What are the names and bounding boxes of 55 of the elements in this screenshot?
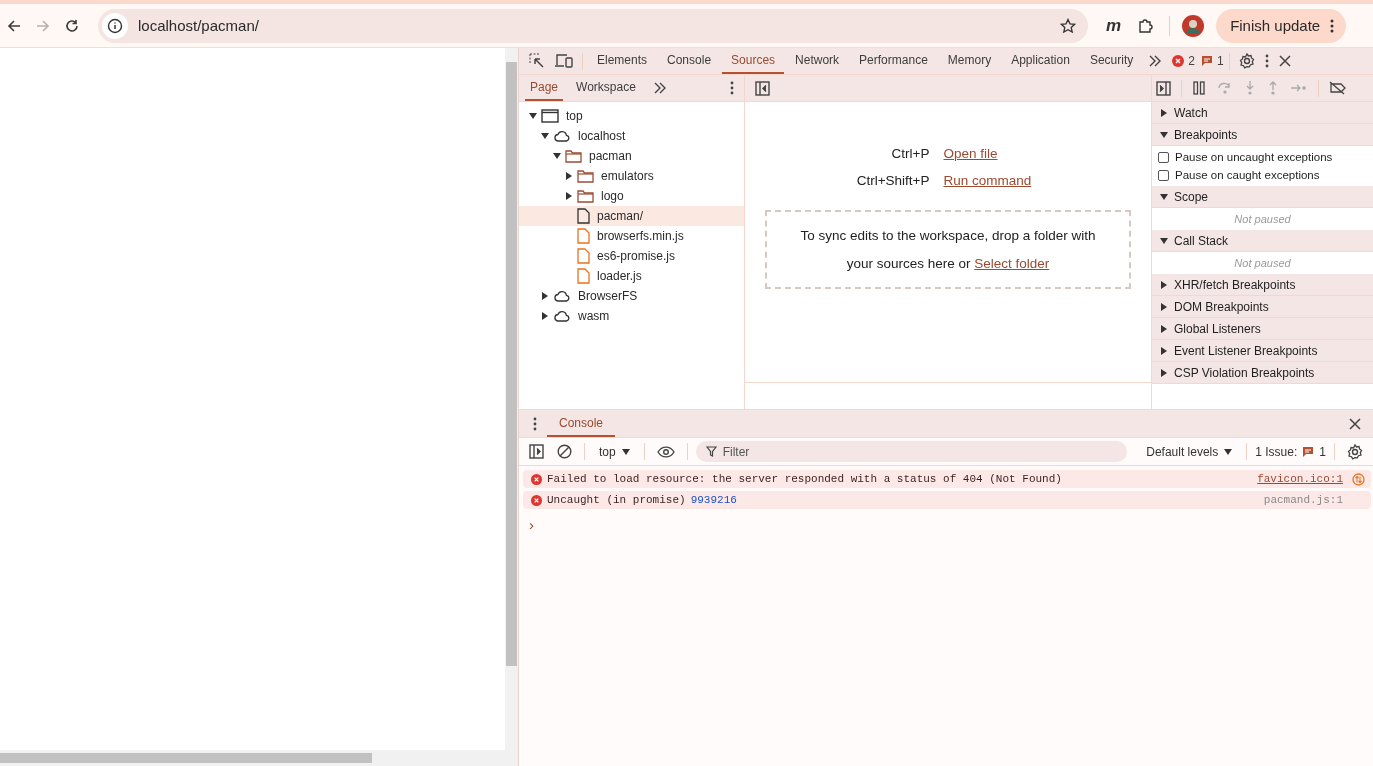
panel-tab[interactable]: Network	[786, 48, 849, 74]
source-link[interactable]: favicon.ico:1	[1257, 473, 1343, 485]
filter-field[interactable]: Filter	[695, 441, 1128, 462]
console-prompt[interactable]: ›	[523, 516, 534, 533]
section-header[interactable]: Scope	[1152, 186, 1373, 208]
error-count[interactable]: 2	[1172, 54, 1195, 68]
issues-label[interactable]: 1 Issue:	[1255, 444, 1298, 459]
drawer-tab[interactable]: Console	[547, 410, 616, 437]
section-header[interactable]: Watch	[1152, 102, 1373, 124]
section-header[interactable]: CSP Violation Breakpoints	[1152, 362, 1373, 384]
tree-item[interactable]: wasm	[519, 306, 744, 326]
panel-tab[interactable]: Performance	[850, 48, 937, 74]
drop-zone[interactable]: To sync edits to the workspace, drop a folder with your sources here or Select folder	[765, 210, 1131, 289]
status-message: Not paused	[1234, 257, 1291, 269]
section-header[interactable]: Breakpoints	[1152, 124, 1373, 146]
drop-instructions: To sync edits to the workspace, drop a folder with your sources here or Select folder	[799, 226, 1097, 273]
section-header[interactable]: DOM Breakpoints	[1152, 296, 1373, 318]
tree-item[interactable]: top	[519, 106, 744, 126]
extension-label[interactable]: m	[1106, 15, 1122, 36]
shortcut-keys: Ctrl+Shift+P	[856, 173, 930, 188]
status-message: Not paused	[1234, 213, 1291, 225]
section-header[interactable]: Event Listener Breakpoints	[1152, 340, 1373, 362]
warning-count[interactable]: 1	[1200, 54, 1224, 68]
tree-item[interactable]: loader.js	[519, 266, 744, 286]
section-header[interactable]: XHR/fetch Breakpoints	[1152, 274, 1373, 296]
panel-tab[interactable]: Security	[1080, 48, 1143, 74]
levels-dropdown[interactable]: Default levels	[1140, 444, 1239, 459]
tree-item[interactable]: emulators	[519, 166, 744, 186]
navigator-tab[interactable]: Workspace	[571, 75, 641, 101]
panel-tab[interactable]: Memory	[938, 48, 1001, 74]
message-text: Failed to load resource: the server responded with a status of 404 (Not Found)	[547, 473, 1062, 485]
tree-item[interactable]: logo	[519, 186, 744, 206]
shortcut-link[interactable]: Run command	[943, 173, 1032, 188]
panel-tab[interactable]: Console	[658, 48, 721, 74]
tree-item[interactable]: pacman/	[519, 206, 744, 226]
message-text: Uncaught (in promise)	[547, 494, 686, 506]
finish-update-button[interactable]: Finish update	[1216, 8, 1347, 43]
section-header[interactable]: Call Stack	[1152, 230, 1373, 252]
checkbox-option[interactable]: Pause on caught exceptions	[1158, 166, 1373, 184]
shortcut-link[interactable]: Open file	[943, 146, 1032, 161]
tree-item[interactable]: browserfs.min.js	[519, 226, 744, 246]
context-dropdown[interactable]: top	[593, 444, 636, 459]
panel-tab[interactable]: Application	[1002, 48, 1079, 74]
section-header[interactable]: Global Listeners	[1152, 318, 1373, 340]
checkbox-option[interactable]: Pause on uncaught exceptions	[1158, 148, 1373, 166]
select-folder-link[interactable]: Select folder	[974, 255, 1050, 271]
panel-tab[interactable]: Elements	[588, 48, 657, 74]
message-value: 9939216	[690, 494, 737, 506]
issues-count[interactable]: 1	[1319, 444, 1326, 459]
tree-item[interactable]: es6-promise.js	[519, 246, 744, 266]
tree-item[interactable]: localhost	[519, 126, 744, 146]
address-bar[interactable]: localhost/pacman/	[98, 8, 1088, 43]
tree-item[interactable]: BrowserFS	[519, 286, 744, 306]
tree-item[interactable]: pacman	[519, 146, 744, 166]
shortcut-keys: Ctrl+P	[856, 146, 930, 161]
